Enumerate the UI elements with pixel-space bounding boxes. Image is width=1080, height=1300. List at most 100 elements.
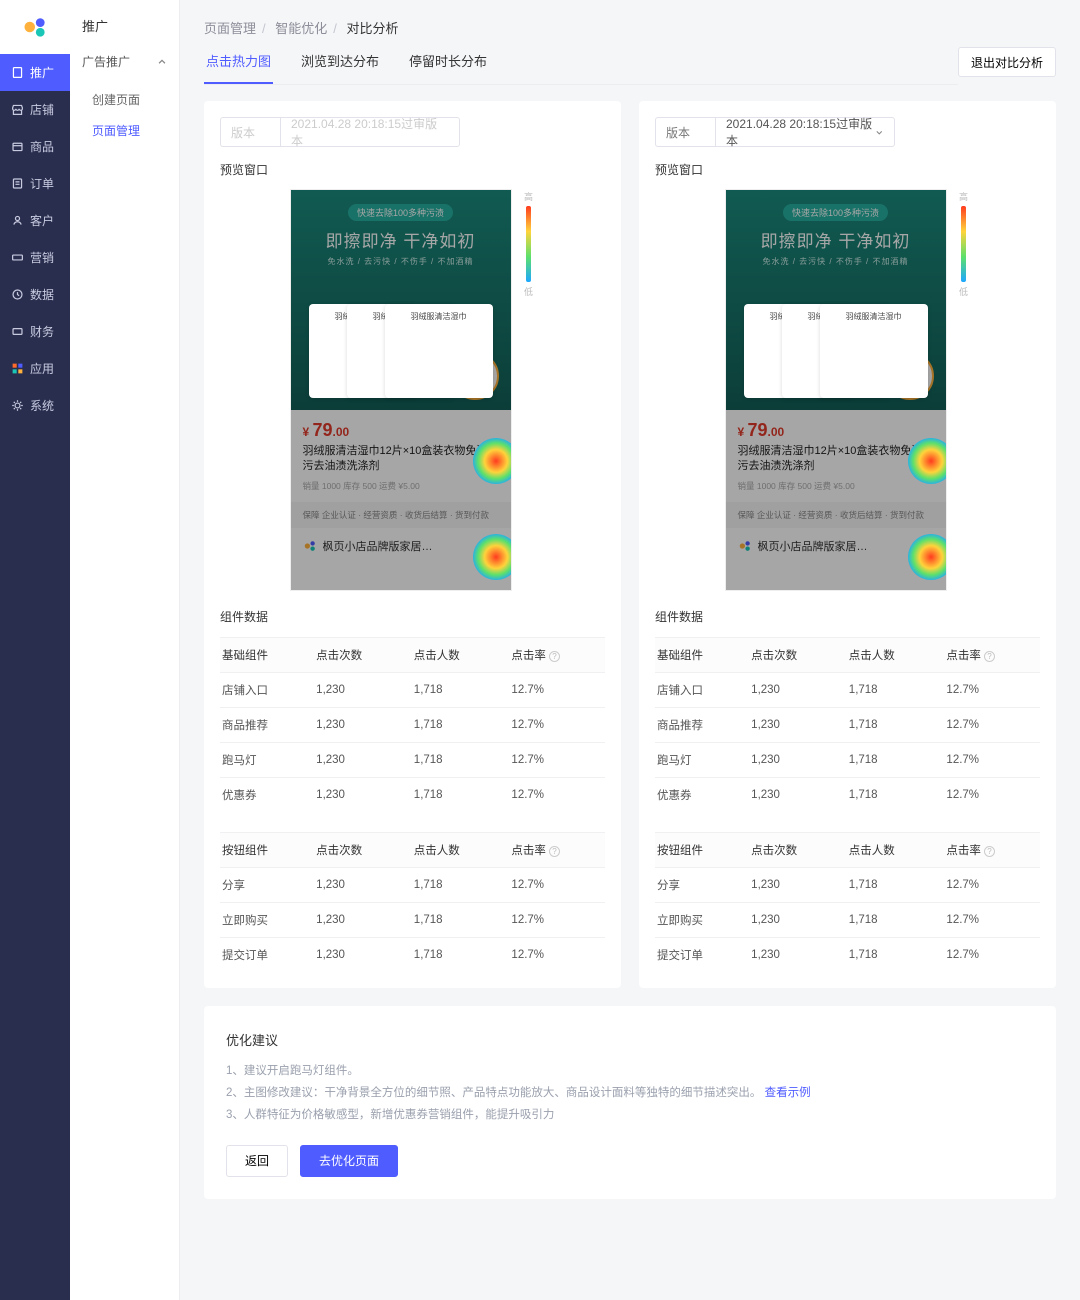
user-icon [10,214,24,228]
left-rail: 推广 店铺 商品 订单 客户 营销 数据 财务 应用 系统 [0,0,70,1300]
col-header: 点击次数 [308,638,406,673]
cell-name: 店铺入口 [220,673,308,708]
rail-item-promotion[interactable]: 推广 [0,54,70,91]
preview-title: 预览窗口 [655,161,1040,178]
table-row: 店铺入口1,2301,71812.7% [655,673,1040,708]
rail-item-marketing[interactable]: 营销 [0,239,70,276]
compare-panel-0: 版本 2021.04.28 20:18:15过审版本 预览窗口 快速去除100多… [204,101,621,988]
clock-icon [10,288,24,302]
tabs: 点击热力图 浏览到达分布 停留时长分布 [204,51,958,85]
cell-name: 店铺入口 [655,673,743,708]
table-row: 优惠券1,2301,71812.7% [220,778,605,813]
cell-users: 1,718 [841,778,939,813]
table-row: 提交订单1,2301,71812.7% [220,938,605,973]
rail-item-customers[interactable]: 客户 [0,202,70,239]
crumb-0[interactable]: 页面管理 [204,21,256,36]
rail-item-orders[interactable]: 订单 [0,165,70,202]
suggestions-card: 优化建议 1、建议开启跑马灯组件。2、主图修改建议：干净背景全方位的细节照、产品… [204,1006,1056,1199]
cell-users: 1,718 [406,708,504,743]
table-row: 跑马灯1,2301,71812.7% [220,743,605,778]
col-header: 点击率? [938,638,1040,673]
col-header: 按钮组件 [220,833,308,868]
info-icon[interactable]: ? [549,651,560,662]
subnav-group[interactable]: 广告推广 [82,53,167,70]
cell-rate: 12.7% [938,778,1040,813]
rail-item-goods[interactable]: 商品 [0,128,70,165]
shop-icon [10,103,24,117]
cell-rate: 12.7% [503,778,605,813]
cell-rate: 12.7% [503,743,605,778]
table-row: 店铺入口1,2301,71812.7% [220,673,605,708]
col-header: 点击次数 [743,638,841,673]
tab-scroll[interactable]: 浏览到达分布 [299,51,381,84]
table-row: 立即购买1,2301,71812.7% [220,903,605,938]
col-header: 点击人数 [406,833,504,868]
table-row: 优惠券1,2301,71812.7% [655,778,1040,813]
wallet-icon [10,325,24,339]
info-icon[interactable]: ? [984,846,995,857]
sub-nav: 推广 广告推广 创建页面 页面管理 [70,0,180,1300]
crumb-2: 对比分析 [347,21,399,36]
cell-rate: 12.7% [938,868,1040,903]
rail-item-data[interactable]: 数据 [0,276,70,313]
rail-item-finance[interactable]: 财务 [0,313,70,350]
order-icon [10,177,24,191]
table-basic: 基础组件点击次数点击人数点击率?店铺入口1,2301,71812.7%商品推荐1… [655,637,1040,812]
crumb-1[interactable]: 智能优化 [275,21,327,36]
col-header: 点击人数 [406,638,504,673]
table-row: 提交订单1,2301,71812.7% [655,938,1040,973]
cell-name: 优惠券 [220,778,308,813]
exit-compare-button[interactable]: 退出对比分析 [958,47,1056,77]
cell-rate: 12.7% [938,708,1040,743]
rail-item-system[interactable]: 系统 [0,387,70,424]
logo [0,0,70,54]
tab-dwell[interactable]: 停留时长分布 [407,51,489,84]
table-button: 按钮组件点击次数点击人数点击率?分享1,2301,71812.7%立即购买1,2… [220,832,605,972]
version-label: 版本 [655,117,715,147]
cell-clicks: 1,230 [308,673,406,708]
preview-title: 预览窗口 [220,161,605,178]
rail-item-shop[interactable]: 店铺 [0,91,70,128]
cell-name: 商品推荐 [220,708,308,743]
cell-name: 跑马灯 [220,743,308,778]
cell-name: 分享 [655,868,743,903]
compare-panel-1: 版本 2021.04.28 20:18:15过审版本 预览窗口 快速去除100多… [639,101,1056,988]
table-button: 按钮组件点击次数点击人数点击率?分享1,2301,71812.7%立即购买1,2… [655,832,1040,972]
tab-heatmap[interactable]: 点击热力图 [204,51,273,84]
version-label: 版本 [220,117,280,147]
table-row: 分享1,2301,71812.7% [655,868,1040,903]
optimize-button[interactable]: 去优化页面 [300,1145,398,1177]
cell-clicks: 1,230 [308,778,406,813]
ticket-icon [10,251,24,265]
info-icon[interactable]: ? [549,846,560,857]
example-link[interactable]: 查看示例 [765,1087,811,1099]
preview-phone-0: 快速去除100多种污渍 即擦即净 干净如初 免水洗 / 去污快 / 不伤手 / … [291,190,511,590]
cell-users: 1,718 [841,903,939,938]
cell-name: 提交订单 [220,938,308,973]
breadcrumb: 页面管理/ 智能优化/ 对比分析 [204,18,1056,37]
cell-clicks: 1,230 [308,743,406,778]
subnav-link-create[interactable]: 创建页面 [82,84,167,115]
suggest-item: 3、人群特征为价格敏感型，新增优惠券营销组件，能提升吸引力 [226,1105,1034,1127]
cell-users: 1,718 [841,708,939,743]
col-header: 点击次数 [308,833,406,868]
table-row: 分享1,2301,71812.7% [220,868,605,903]
rail-item-apps[interactable]: 应用 [0,350,70,387]
cell-users: 1,718 [841,673,939,708]
cell-users: 1,718 [406,903,504,938]
cell-clicks: 1,230 [308,938,406,973]
version-select-0: 2021.04.28 20:18:15过审版本 [280,117,460,147]
back-button[interactable]: 返回 [226,1145,288,1177]
component-title: 组件数据 [220,608,605,625]
subnav-link-manage[interactable]: 页面管理 [82,115,167,146]
cell-users: 1,718 [841,868,939,903]
heat-legend: 高低 [958,190,970,590]
col-header: 点击人数 [841,833,939,868]
suggest-item: 2、主图修改建议：干净背景全方位的细节照、产品特点功能放大、商品设计面料等独特的… [226,1083,1034,1105]
info-icon[interactable]: ? [984,651,995,662]
version-select-1[interactable]: 2021.04.28 20:18:15过审版本 [715,117,895,147]
col-header: 基础组件 [220,638,308,673]
cell-users: 1,718 [406,743,504,778]
component-title: 组件数据 [655,608,1040,625]
subnav-title: 推广 [82,16,167,35]
